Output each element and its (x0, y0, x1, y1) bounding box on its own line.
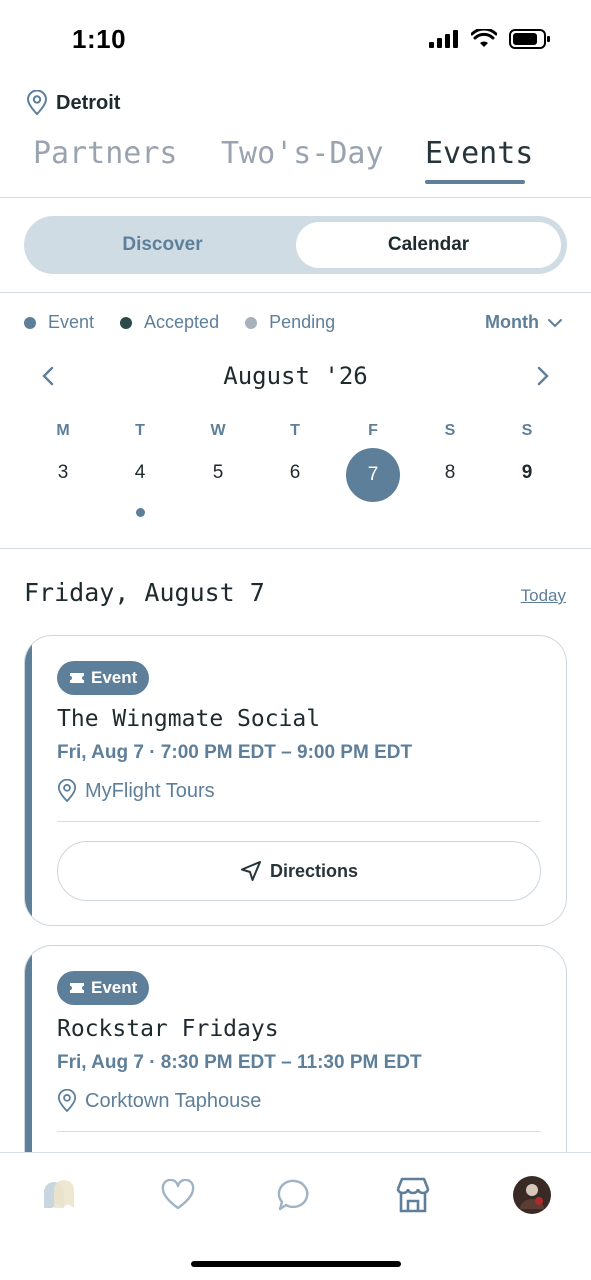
weekday-label: M (56, 422, 70, 439)
weekday-label: S (444, 422, 456, 439)
event-venue: MyFlight Tours (57, 779, 215, 803)
weekday-label: W (210, 422, 226, 439)
event-title: Rockstar Fridays (57, 1016, 279, 1042)
directions-button[interactable]: Directions (57, 841, 541, 901)
event-time: Fri, Aug 7 · 7:00 PM EDT – 9:00 PM EDT (57, 742, 413, 763)
calendar-legend: Event Accepted Pending (24, 312, 361, 333)
view-range-select[interactable]: Month (485, 312, 563, 333)
event-title: The Wingmate Social (57, 706, 321, 732)
calendar-day[interactable]: 8 (423, 462, 477, 484)
event-badge: Event (57, 661, 150, 695)
weekday-label: F (368, 422, 378, 439)
signal-icon (429, 30, 458, 48)
heart-icon[interactable] (158, 1175, 198, 1215)
location-selector[interactable]: Detroit (26, 90, 120, 116)
weekday-label: T (135, 422, 145, 439)
battery-icon (509, 29, 550, 49)
calendar-day[interactable]: 6 (268, 462, 322, 484)
calendar-month-title: August '26 (223, 362, 368, 390)
calendar-day[interactable]: 3 (36, 462, 90, 484)
pending-dot-icon (245, 316, 258, 329)
ticket-icon (70, 983, 84, 993)
legend-pending: Pending (245, 312, 335, 333)
map-pin-icon (57, 1089, 77, 1113)
discover-segment[interactable]: Discover (24, 216, 301, 274)
store-icon[interactable] (393, 1175, 433, 1215)
card-divider (57, 1131, 541, 1132)
chevron-down-icon (548, 318, 562, 327)
location-city: Detroit (56, 91, 121, 114)
chevron-left-icon[interactable] (37, 364, 61, 388)
today-link[interactable]: Today (521, 586, 566, 606)
bottom-nav (0, 1152, 591, 1280)
calendar-day[interactable]: 5 (191, 462, 245, 484)
calendar-segment[interactable]: Calendar (296, 222, 561, 268)
event-card[interactable]: Event The Wingmate Social Fri, Aug 7 · 7… (24, 635, 567, 926)
legend-event: Event (24, 312, 94, 333)
tab-events[interactable]: Events (425, 136, 533, 171)
selected-date-heading: Friday, August 7 (24, 578, 265, 607)
card-accent-stripe (25, 636, 32, 925)
divider (0, 292, 591, 293)
day-event-indicator (136, 508, 145, 517)
card-divider (57, 821, 541, 822)
map-pin-icon (26, 90, 48, 116)
event-time: Fri, Aug 7 · 8:30 PM EDT – 11:30 PM EDT (57, 1052, 422, 1073)
event-venue: Corktown Taphouse (57, 1089, 261, 1113)
status-time: 1:10 (72, 24, 127, 54)
tab-partners[interactable]: Partners (33, 136, 178, 171)
home-indicator (191, 1261, 401, 1267)
divider (0, 548, 591, 549)
wifi-icon (471, 29, 497, 47)
calendar-day[interactable]: 4 (113, 462, 167, 484)
chevron-right-icon[interactable] (530, 364, 554, 388)
accepted-dot-icon (120, 316, 133, 329)
profile-avatar[interactable] (512, 1175, 552, 1215)
ticket-icon (70, 673, 84, 683)
calendar-day-selected[interactable]: 7 (346, 448, 400, 502)
calendar-day-today[interactable]: 9 (500, 462, 554, 484)
event-badge: Event (57, 971, 150, 1005)
map-pin-icon (57, 779, 77, 803)
tab-twos-day[interactable]: Two's-Day (221, 136, 384, 171)
divider (0, 197, 591, 198)
weekday-label: T (290, 422, 300, 439)
partners-icon[interactable] (40, 1175, 80, 1215)
navigation-arrow-icon (240, 861, 261, 881)
legend-accepted: Accepted (120, 312, 219, 333)
chat-icon[interactable] (275, 1175, 315, 1215)
weekday-label: S (521, 422, 533, 439)
event-dot-icon (24, 316, 36, 329)
active-tab-indicator (425, 180, 525, 184)
view-range-label: Month (485, 312, 539, 332)
status-icons (429, 28, 551, 50)
